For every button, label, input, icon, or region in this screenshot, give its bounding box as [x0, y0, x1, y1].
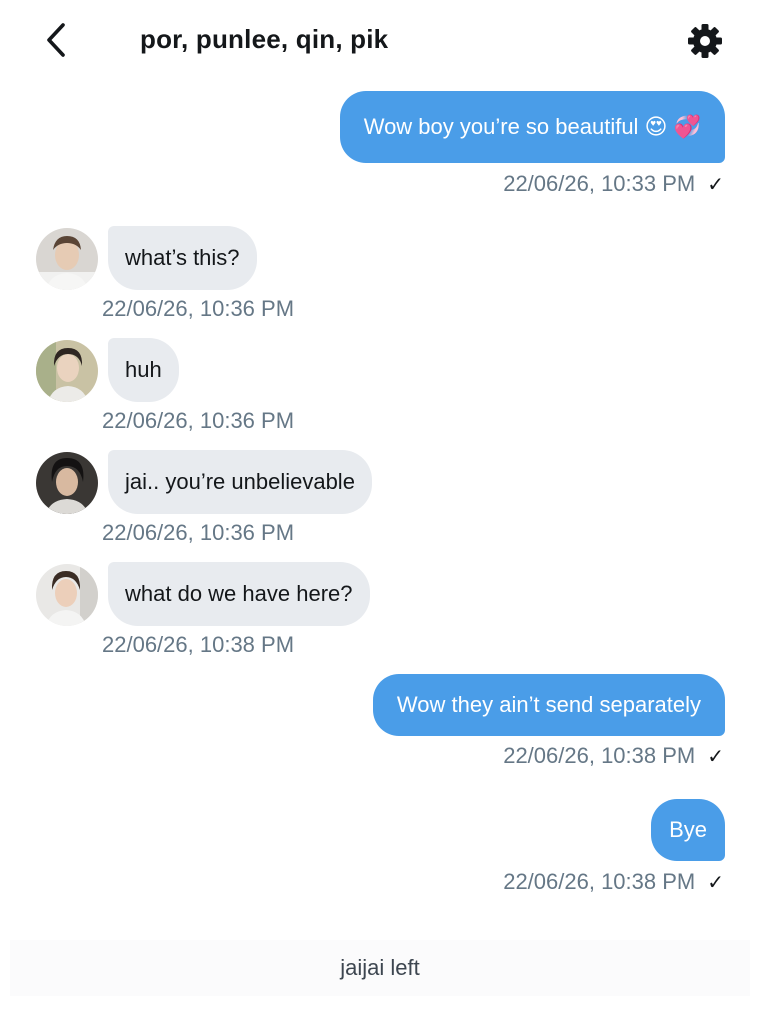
gear-icon [688, 24, 722, 58]
message-text: jai.. you’re unbelievable [125, 469, 355, 494]
settings-button[interactable] [684, 20, 726, 62]
message-timestamp: 22/06/26, 10:38 PM ✓ [503, 743, 724, 769]
message-timestamp: 22/06/26, 10:36 PM [102, 296, 294, 322]
person-avatar-icon [36, 564, 98, 626]
incoming-message-bubble[interactable]: what do we have here? [108, 562, 370, 626]
back-button[interactable] [36, 20, 76, 60]
chevron-left-icon [47, 23, 65, 57]
incoming-message-bubble[interactable]: jai.. you’re unbelievable [108, 450, 372, 514]
outgoing-message-bubble[interactable]: Bye [651, 799, 725, 861]
message-text: Bye [669, 817, 707, 842]
timestamp-text: 22/06/26, 10:36 PM [102, 408, 295, 433]
avatar[interactable] [36, 228, 98, 290]
message-text: what do we have here? [125, 581, 353, 606]
message-text: huh [125, 357, 162, 382]
system-message: jaijai left [10, 940, 750, 996]
system-message-text: jaijai left [340, 955, 420, 980]
message-text: what’s this? [125, 245, 240, 270]
message-text: Wow boy you’re so beautiful 😍 💞 [363, 114, 701, 139]
person-avatar-icon [36, 452, 98, 514]
incoming-message-bubble[interactable]: huh [108, 338, 179, 402]
incoming-message-bubble[interactable]: what’s this? [108, 226, 257, 290]
timestamp-text: 22/06/26, 10:33 PM [503, 171, 696, 196]
person-avatar-icon [36, 340, 98, 402]
outgoing-message-bubble[interactable]: Wow they ain’t send separately [372, 674, 725, 736]
message-timestamp: 22/06/26, 10:33 PM ✓ [503, 171, 724, 197]
read-check-icon: ✓ [707, 173, 724, 196]
message-timestamp: 22/06/26, 10:36 PM [102, 408, 294, 434]
read-check-icon: ✓ [707, 745, 724, 768]
read-check-icon: ✓ [707, 871, 724, 894]
timestamp-text: 22/06/26, 10:36 PM [102, 520, 295, 545]
outgoing-message-bubble[interactable]: Wow boy you’re so beautiful 😍 💞 [339, 91, 725, 163]
message-timestamp: 22/06/26, 10:38 PM ✓ [503, 869, 724, 895]
timestamp-text: 22/06/26, 10:38 PM [503, 869, 696, 894]
timestamp-text: 22/06/26, 10:38 PM [102, 632, 295, 657]
message-text: Wow they ain’t send separately [396, 692, 701, 717]
person-avatar-icon [36, 228, 98, 290]
chat-header: por, punlee, qin, pik [0, 0, 760, 80]
avatar[interactable] [36, 340, 98, 402]
avatar[interactable] [36, 564, 98, 626]
timestamp-text: 22/06/26, 10:36 PM [102, 296, 295, 321]
conversation-title[interactable]: por, punlee, qin, pik [140, 24, 388, 55]
message-timestamp: 22/06/26, 10:38 PM [102, 632, 294, 658]
message-timestamp: 22/06/26, 10:36 PM [102, 520, 294, 546]
avatar[interactable] [36, 452, 98, 514]
timestamp-text: 22/06/26, 10:38 PM [503, 743, 696, 768]
